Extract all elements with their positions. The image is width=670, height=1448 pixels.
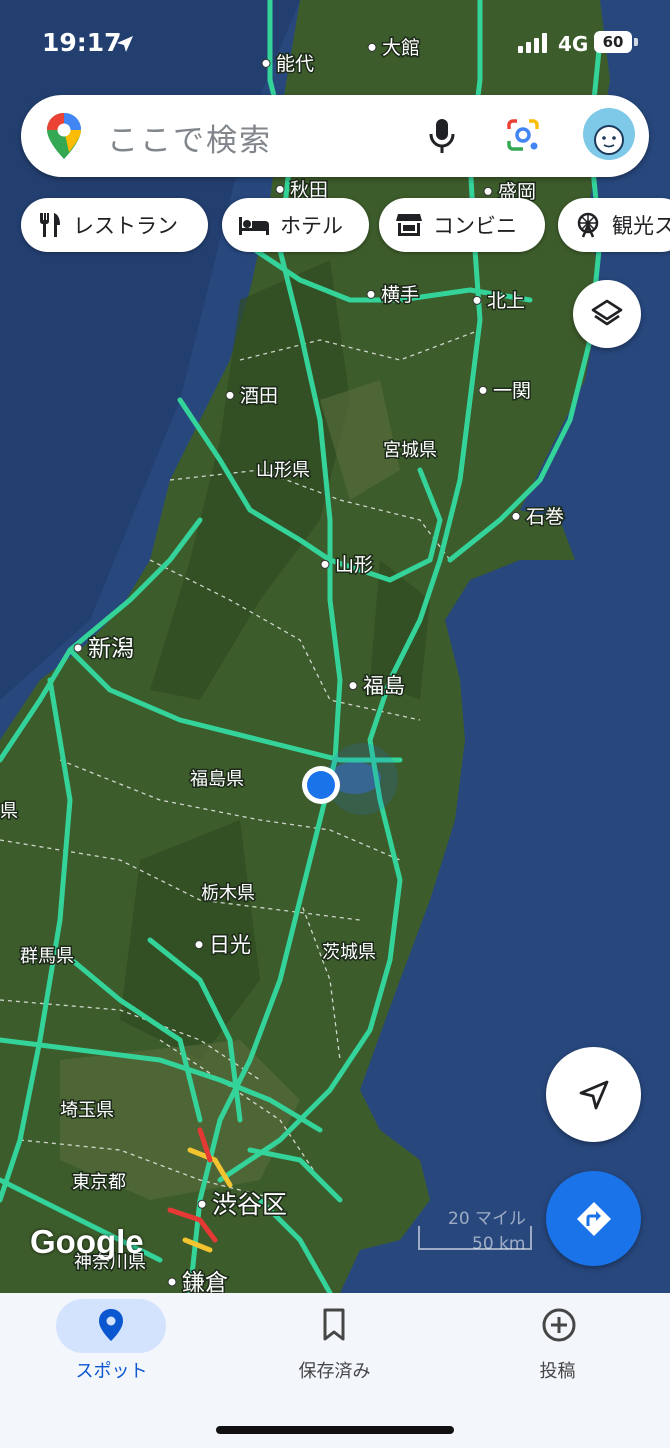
place-label[interactable]: 福島県 <box>189 768 246 792</box>
scale-km: 50 km <box>472 1234 526 1254</box>
place-label[interactable]: 渋谷区 <box>211 1189 289 1221</box>
nav-label: スポット <box>75 1361 148 1382</box>
plus-circle-icon <box>542 1308 576 1342</box>
place-dot <box>167 1277 177 1287</box>
my-location-button[interactable] <box>546 1047 641 1142</box>
place-label[interactable]: 福島 <box>362 673 407 700</box>
search-bar[interactable]: ここで検索 <box>21 95 649 177</box>
place-label[interactable]: 埼玉県 <box>59 1099 116 1123</box>
bottom-navigation: スポット 保存済み 投稿 <box>0 1293 670 1448</box>
chip-sightseeing[interactable]: 観光ス <box>558 198 670 252</box>
place-dot <box>275 184 285 194</box>
layers-button[interactable] <box>573 280 641 348</box>
navigation-arrow-icon <box>579 1080 608 1109</box>
place-label[interactable]: 北上 <box>486 289 527 314</box>
chip-label: ホテル <box>280 214 343 238</box>
chip-restaurant[interactable]: レストラン <box>21 198 208 252</box>
cellular-signal-icon <box>518 33 547 53</box>
place-label[interactable]: 東京都 <box>71 1171 128 1195</box>
place-label[interactable]: 一関 <box>492 379 533 404</box>
bed-icon <box>239 217 269 235</box>
place-label[interactable]: 鎌倉 <box>181 1269 230 1294</box>
place-dot <box>73 643 83 653</box>
place-dot <box>194 940 204 950</box>
search-input[interactable]: ここで検索 <box>107 115 272 160</box>
google-lens-icon[interactable] <box>505 117 541 153</box>
place-label[interactable]: 宮城県 <box>382 439 439 463</box>
place-dot <box>478 385 488 395</box>
place-label[interactable]: 県 <box>0 800 20 824</box>
place-dot <box>197 1199 207 1209</box>
bookmark-icon <box>323 1308 345 1341</box>
google-maps-pin-icon <box>47 113 81 159</box>
place-label[interactable]: 石巻 <box>525 505 566 530</box>
google-logo: Google <box>30 1223 144 1260</box>
nav-contribute[interactable]: 投稿 <box>446 1293 669 1403</box>
place-dot <box>511 511 521 521</box>
chip-label: レストラン <box>73 214 178 238</box>
nav-label: 投稿 <box>539 1361 576 1382</box>
place-dot <box>225 390 235 400</box>
place-label[interactable]: 山形県 <box>255 459 312 483</box>
status-time: 19:17 <box>42 28 122 57</box>
place-label[interactable]: 栃木県 <box>200 882 257 906</box>
place-dot <box>366 289 376 299</box>
nav-saved[interactable]: 保存済み <box>223 1293 446 1403</box>
battery-indicator: 60 <box>594 31 632 53</box>
fork-knife-icon <box>40 213 60 237</box>
chip-hotel[interactable]: ホテル <box>222 198 369 252</box>
location-arrow-icon <box>117 36 133 52</box>
chip-label: 観光ス <box>612 214 670 238</box>
home-indicator <box>216 1426 454 1434</box>
microphone-icon[interactable] <box>427 117 457 155</box>
place-label[interactable]: 茨城県 <box>321 941 378 965</box>
place-dot <box>320 559 330 569</box>
layers-icon <box>591 299 623 326</box>
place-label[interactable]: 酒田 <box>239 384 280 409</box>
chip-label: コンビニ <box>433 214 517 238</box>
directions-button[interactable] <box>546 1171 641 1266</box>
directions-turn-icon <box>576 1201 611 1236</box>
place-dot <box>348 681 358 691</box>
store-icon <box>396 214 422 236</box>
nav-label: 保存済み <box>298 1361 371 1382</box>
map-pin-icon <box>99 1309 123 1341</box>
battery-cap <box>634 38 638 46</box>
place-dot <box>472 295 482 305</box>
nav-spot[interactable]: スポット <box>0 1293 223 1403</box>
avatar-illustration <box>594 125 624 155</box>
account-avatar[interactable] <box>583 108 635 160</box>
current-location-dot <box>307 771 335 799</box>
place-label[interactable]: 新潟 <box>87 635 136 664</box>
network-type: 4G <box>558 32 589 56</box>
place-label[interactable]: 横手 <box>380 283 421 308</box>
place-label[interactable]: 群馬県 <box>19 945 76 969</box>
status-bar: 19:17 4G 60 <box>0 0 670 86</box>
place-label[interactable]: 山形 <box>334 553 375 578</box>
place-label[interactable]: 日光 <box>208 932 253 959</box>
place-dot <box>483 186 493 196</box>
ferris-wheel-icon <box>577 212 599 238</box>
chip-convenience-store[interactable]: コンビニ <box>379 198 545 252</box>
